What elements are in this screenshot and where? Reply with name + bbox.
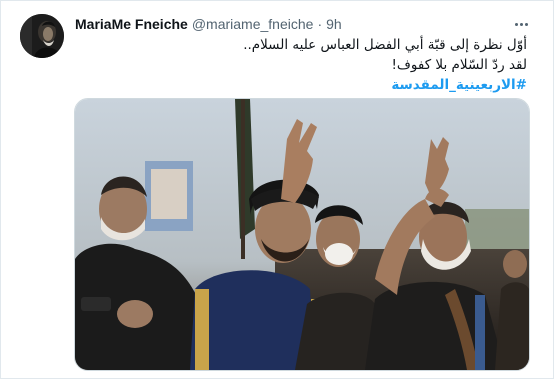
tweet-text-line: لقد ردّ السّلام بلا كفوف! bbox=[391, 57, 528, 73]
tweet-card[interactable]: MariaMe Fneiche @mariame_fneiche · 9h أو… bbox=[0, 0, 554, 379]
tweet-photo[interactable] bbox=[74, 98, 530, 371]
avatar-image bbox=[20, 14, 64, 58]
more-horizontal-icon-dot bbox=[519, 22, 523, 26]
author-handle[interactable]: @mariame_fneiche bbox=[192, 14, 314, 34]
pilgrims-crowd-photo bbox=[75, 99, 529, 370]
author-display-name[interactable]: MariaMe Fneiche bbox=[75, 14, 188, 34]
more-options-button[interactable] bbox=[511, 15, 531, 33]
tweet-header: MariaMe Fneiche @mariame_fneiche · 9h bbox=[75, 14, 342, 34]
more-horizontal-icon-dot bbox=[524, 22, 528, 26]
header-separator: · bbox=[317, 16, 323, 32]
more-horizontal-icon bbox=[514, 22, 518, 26]
tweet-timestamp[interactable]: 9h bbox=[326, 14, 342, 34]
tweet-text: أوّل نظرة إلى قبّة أبي الفضل العباس عليه… bbox=[67, 35, 527, 95]
tweet-text-line: أوّل نظرة إلى قبّة أبي الفضل العباس عليه… bbox=[243, 37, 527, 53]
author-avatar[interactable] bbox=[20, 14, 64, 58]
hashtag-link[interactable]: #الاربعينية_المقدسة bbox=[391, 77, 527, 93]
